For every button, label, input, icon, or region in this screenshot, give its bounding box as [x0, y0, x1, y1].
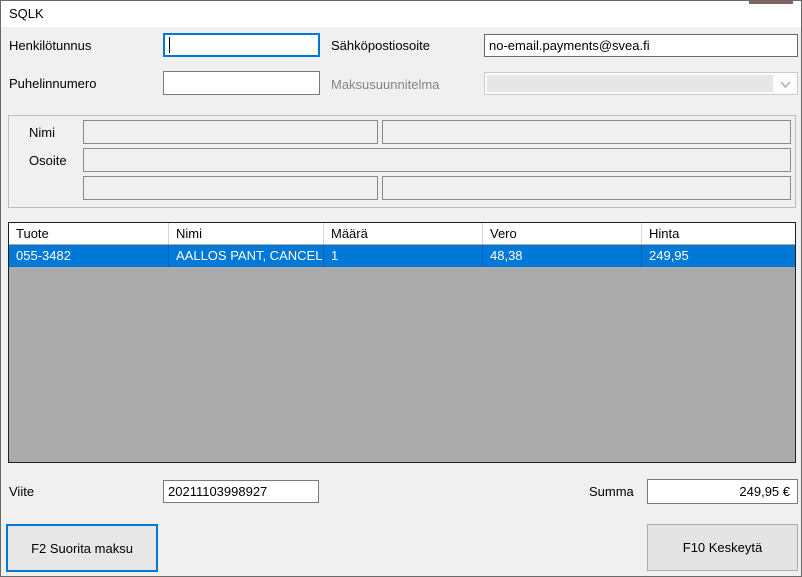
chevron-down-icon — [779, 78, 792, 96]
osoite-extra-field-1 — [83, 176, 378, 200]
dropdown-value-area — [487, 75, 773, 92]
puhelinnumero-label: Puhelinnumero — [9, 76, 96, 91]
maksusuunnitelma-dropdown — [484, 72, 798, 95]
payment-dialog-window: SQLK Henkilötunnus Puhelinnumero Sähköpo… — [0, 0, 802, 577]
column-header-hinta[interactable]: Hinta — [642, 223, 795, 244]
column-header-tuote[interactable]: Tuote — [9, 223, 169, 244]
osoite-field — [83, 148, 791, 172]
cell-tuote: 055-3482 — [9, 245, 169, 267]
viite-label: Viite — [9, 484, 34, 499]
table-header-row: Tuote Nimi Määrä Vero Hinta — [9, 223, 795, 245]
title-bar: SQLK — [1, 1, 801, 27]
submit-payment-button-label: F2 Suorita maksu — [31, 541, 133, 556]
table-row-selected[interactable]: 055-3482 AALLOS PANT, CANCELL 1 48,38 24… — [9, 245, 795, 267]
sahkopostiosoite-label: Sähköpostiosoite — [331, 38, 430, 53]
osoite-label: Osoite — [29, 153, 67, 168]
submit-payment-button[interactable]: F2 Suorita maksu — [6, 524, 158, 572]
text-caret — [169, 37, 170, 53]
product-table: Tuote Nimi Määrä Vero Hinta 055-3482 AAL… — [8, 222, 796, 463]
column-header-nimi[interactable]: Nimi — [169, 223, 324, 244]
henkilotunnus-label: Henkilötunnus — [9, 38, 91, 53]
nimi-field-2 — [382, 120, 791, 144]
window-edge-shadow — [749, 1, 793, 4]
cancel-button[interactable]: F10 Keskeytä — [647, 524, 798, 571]
summa-label: Summa — [589, 484, 634, 499]
cell-vero: 48,38 — [483, 245, 642, 267]
osoite-extra-field-2 — [382, 176, 791, 200]
henkilotunnus-input[interactable] — [163, 33, 320, 57]
sahkopostiosoite-input[interactable] — [484, 34, 798, 57]
nimi-field-1 — [83, 120, 378, 144]
cell-hinta: 249,95 — [642, 245, 795, 267]
cancel-button-label: F10 Keskeytä — [683, 540, 763, 555]
puhelinnumero-input[interactable] — [163, 71, 320, 95]
cell-nimi: AALLOS PANT, CANCELL — [169, 245, 324, 267]
cell-maara: 1 — [324, 245, 483, 267]
viite-input[interactable] — [163, 480, 319, 503]
column-header-maara[interactable]: Määrä — [324, 223, 483, 244]
column-header-vero[interactable]: Vero — [483, 223, 642, 244]
window-title: SQLK — [9, 6, 44, 21]
summa-field — [647, 479, 798, 504]
maksusuunnitelma-label: Maksusuunnitelma — [331, 77, 439, 92]
nimi-label: Nimi — [29, 125, 55, 140]
